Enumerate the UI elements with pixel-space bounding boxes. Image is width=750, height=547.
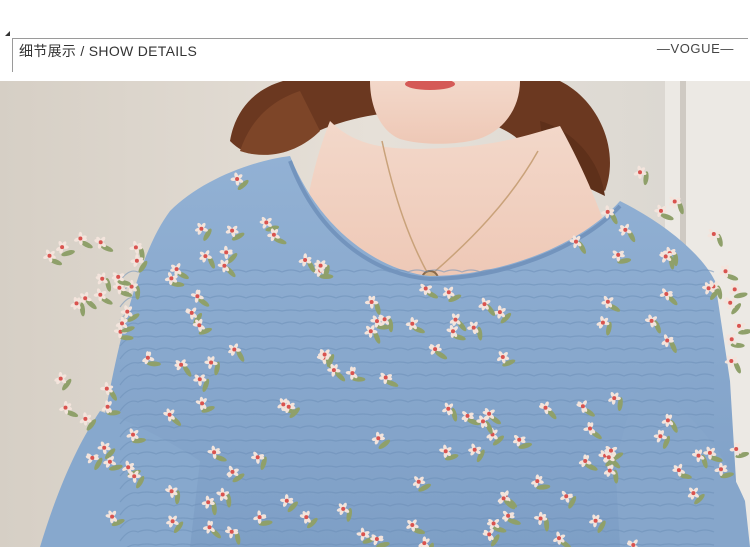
product-detail-photo bbox=[0, 81, 750, 547]
section-title-cn: 细节展示 bbox=[19, 43, 77, 59]
corner-triangle-icon bbox=[5, 31, 10, 36]
section-title: 细节展示 / SHOW DETAILS bbox=[19, 41, 197, 61]
title-separator: / bbox=[76, 43, 89, 59]
section-title-en: SHOW DETAILS bbox=[88, 43, 198, 59]
header-divider-horizontal bbox=[12, 38, 748, 39]
header-divider-vertical bbox=[12, 38, 13, 72]
brand-label: —VOGUE— bbox=[656, 41, 734, 56]
section-header: 细节展示 / SHOW DETAILS —VOGUE— bbox=[0, 0, 750, 81]
blouse-photo-illustration bbox=[0, 81, 750, 547]
